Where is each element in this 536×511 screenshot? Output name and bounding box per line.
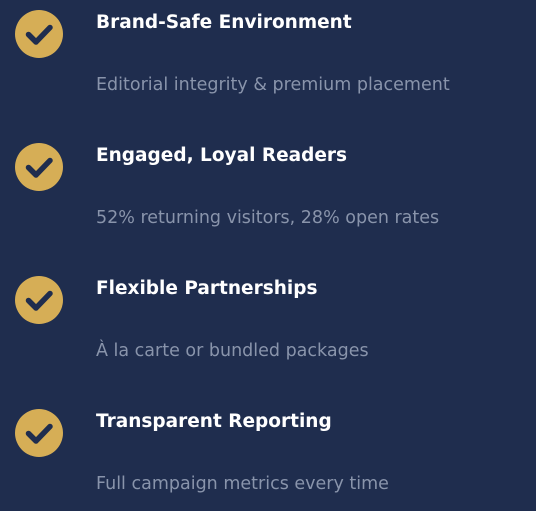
feature-list: Brand-Safe Environment Editorial integri… xyxy=(0,0,536,509)
feature-item-brand-safe: Brand-Safe Environment Editorial integri… xyxy=(0,0,536,112)
feature-title: Brand-Safe Environment xyxy=(96,12,352,33)
feature-title: Transparent Reporting xyxy=(96,411,332,432)
feature-description: À la carte or bundled packages xyxy=(96,341,369,361)
feature-item-flexible-partnerships: Flexible Partnerships À la carte or bund… xyxy=(0,266,536,378)
check-circle-icon xyxy=(15,10,63,58)
feature-description: Editorial integrity & premium placement xyxy=(96,75,450,95)
check-circle-icon xyxy=(15,143,63,191)
feature-title: Flexible Partnerships xyxy=(96,278,318,299)
feature-item-engaged-readers: Engaged, Loyal Readers 52% returning vis… xyxy=(0,133,536,245)
feature-description: 52% returning visitors, 28% open rates xyxy=(96,208,440,228)
check-circle-icon xyxy=(15,276,63,324)
feature-item-transparent-reporting: Transparent Reporting Full campaign metr… xyxy=(0,399,536,511)
check-circle-icon xyxy=(15,409,63,457)
feature-description: Full campaign metrics every time xyxy=(96,474,389,494)
feature-title: Engaged, Loyal Readers xyxy=(96,145,348,166)
